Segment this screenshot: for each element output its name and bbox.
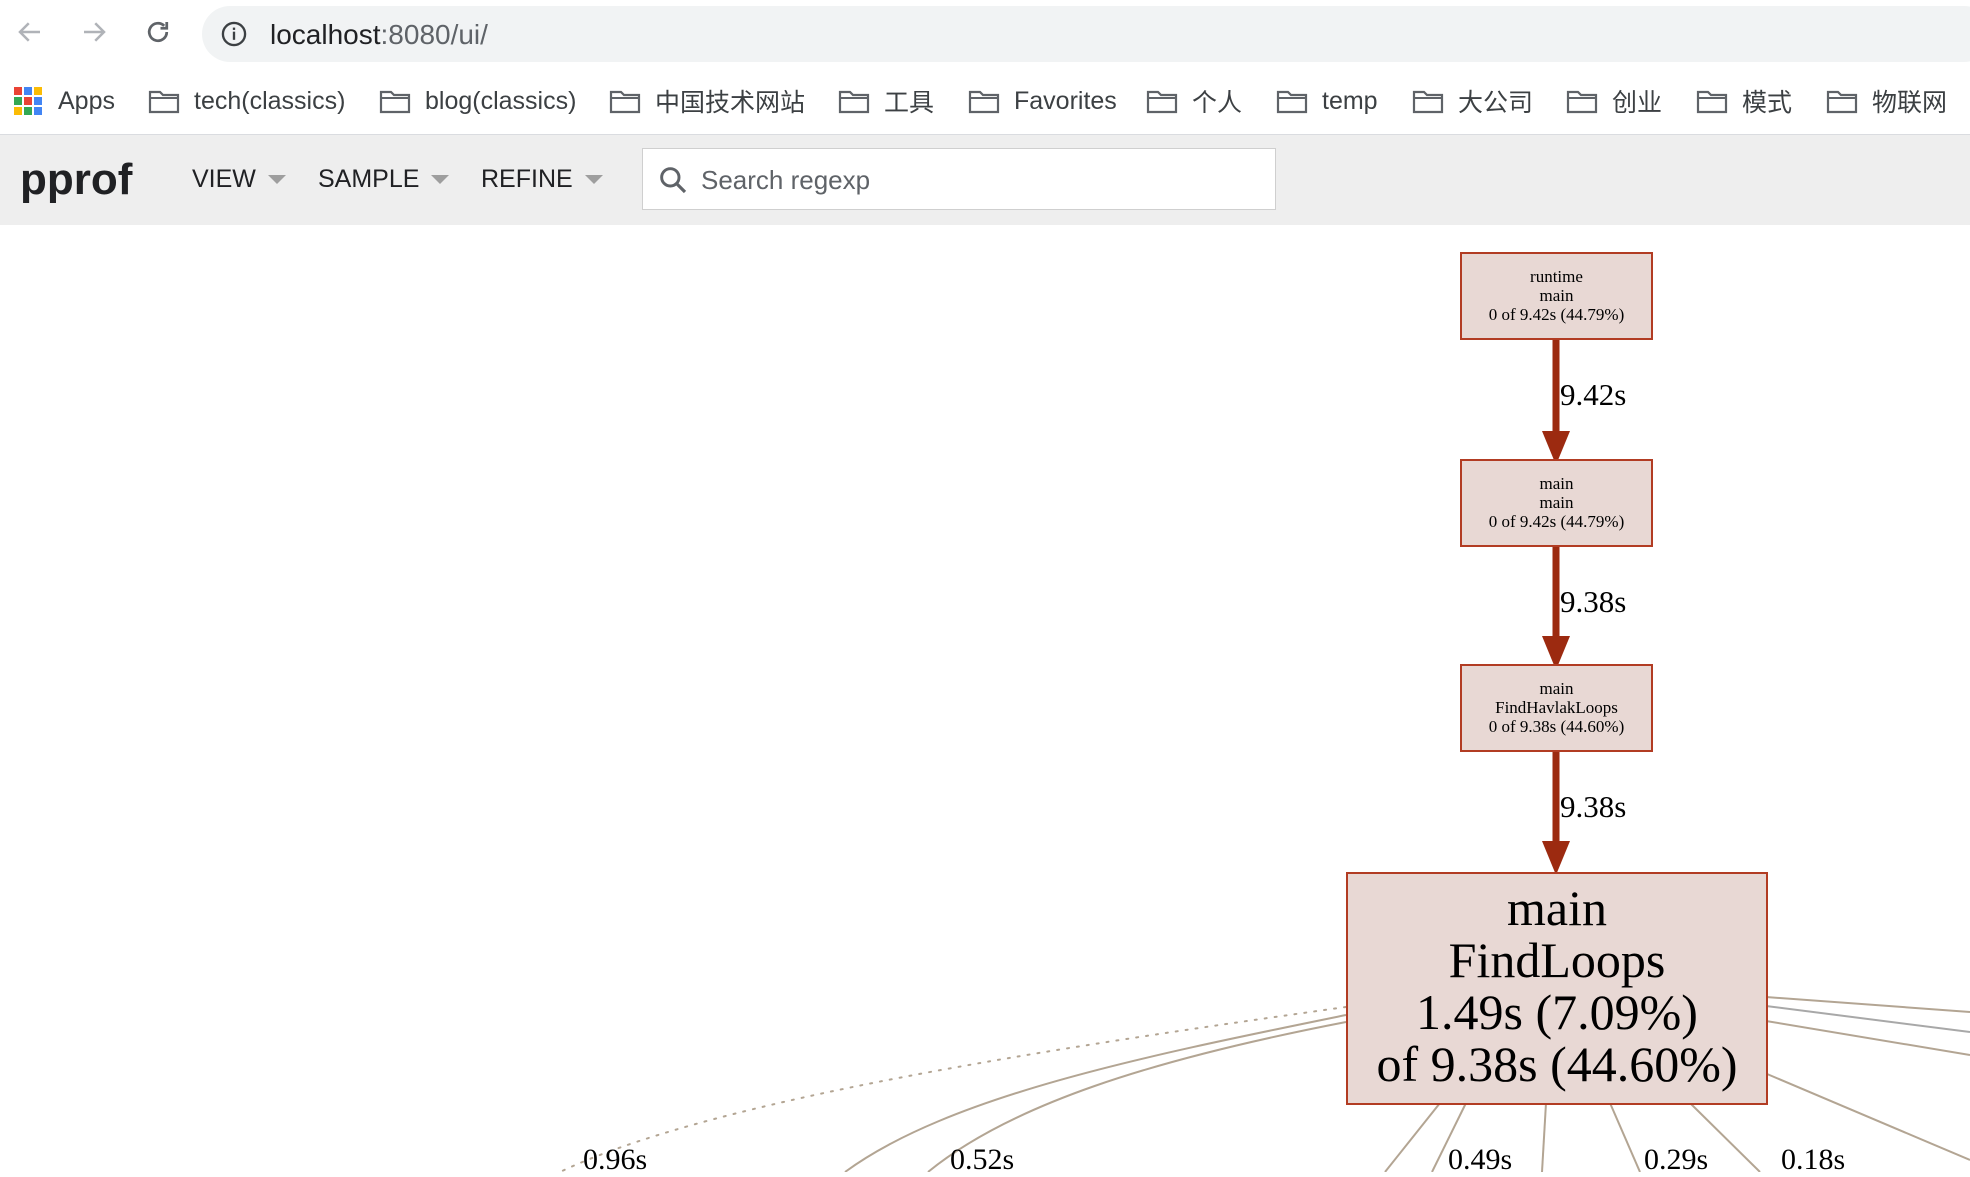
bookmark-startup[interactable]: 创业: [1566, 82, 1662, 120]
graph-node-main-main[interactable]: main main 0 of 9.42s (44.79%): [1460, 459, 1653, 547]
bookmark-label: Favorites: [1014, 86, 1117, 115]
node-package: main: [1539, 679, 1574, 698]
node-cost: 0 of 9.38s (44.60%): [1488, 717, 1625, 737]
url-text: localhost:8080/ui/: [270, 19, 488, 51]
app-title: pprof: [20, 155, 133, 204]
folder-icon: [1566, 90, 1598, 114]
view-menu[interactable]: VIEW: [192, 165, 286, 194]
folder-icon: [379, 90, 411, 114]
folder-icon: [968, 90, 1000, 114]
site-info-icon[interactable]: [220, 20, 248, 48]
dropdown-caret-icon: [584, 175, 603, 184]
bookmark-chinese-tech-sites[interactable]: 中国技术网站: [609, 82, 805, 120]
edge-findloops-down-1[interactable]: [1384, 1102, 1441, 1172]
bookmark-big-companies[interactable]: 大公司: [1412, 82, 1533, 120]
forward-arrow-icon: [84, 22, 106, 42]
node-flat-cost: 1.49s (7.09%): [1416, 984, 1698, 1040]
folder-icon: [609, 90, 641, 114]
bookmark-label: temp: [1322, 86, 1378, 115]
search-input[interactable]: [699, 159, 1263, 201]
address-bar[interactable]: localhost:8080/ui/: [202, 6, 1970, 62]
node-cum-cost: of 9.38s (44.60%): [1376, 1036, 1738, 1092]
bookmark-personal[interactable]: 个人: [1146, 82, 1242, 120]
sample-menu-label: SAMPLE: [318, 165, 420, 193]
graph-node-findloops[interactable]: main FindLoops 1.49s (7.09%) of 9.38s (4…: [1346, 872, 1768, 1105]
edge-findloops-0-29s[interactable]: [1609, 1102, 1641, 1172]
bookmark-label: 物联网: [1872, 89, 1948, 117]
node-function: FindHavlakLoops: [1495, 698, 1618, 718]
bookmark-label: Apps: [58, 86, 115, 115]
graph-node-runtime-main[interactable]: runtime main 0 of 9.42s (44.79%): [1460, 252, 1653, 340]
folder-icon: [838, 90, 870, 114]
bookmark-label: tech(classics): [194, 86, 346, 115]
bookmark-label: 创业: [1612, 89, 1663, 117]
bookmarks-bar: Apps tech(classics) blog(classics) 中国技术网…: [0, 68, 1970, 135]
back-arrow-icon: [18, 22, 40, 42]
bookmark-label: 中国技术网站: [655, 89, 806, 117]
node-function: FindLoops: [1448, 932, 1666, 988]
refine-menu[interactable]: REFINE: [481, 165, 603, 194]
bookmark-patterns[interactable]: 模式: [1696, 82, 1792, 120]
bookmark-temp[interactable]: temp: [1276, 82, 1378, 120]
edge-label: 9.38s: [1560, 584, 1627, 619]
search-icon: [660, 167, 687, 194]
url-path: :8080/ui/: [380, 19, 488, 50]
forward-button[interactable]: [72, 10, 116, 54]
apps-grid-icon: [14, 87, 42, 115]
node-cost: 0 of 9.42s (44.79%): [1488, 512, 1625, 532]
graph-node-findhavlakloops[interactable]: main FindHavlakLoops 0 of 9.38s (44.60%): [1460, 664, 1653, 752]
dropdown-caret-icon: [267, 175, 286, 184]
dropdown-caret-icon: [431, 175, 450, 184]
search-box[interactable]: [642, 148, 1276, 210]
bookmark-blog-classics[interactable]: blog(classics): [379, 82, 576, 120]
bookmark-favorites[interactable]: Favorites: [968, 82, 1117, 120]
node-function: main: [1539, 493, 1574, 513]
edge-label: 9.38s: [1560, 789, 1627, 824]
bookmark-label: blog(classics): [425, 86, 577, 115]
edge-findloops-down-3[interactable]: [1541, 1102, 1547, 1172]
reload-icon: [147, 21, 169, 43]
folder-icon: [148, 90, 180, 114]
node-package: runtime: [1530, 267, 1583, 286]
bookmark-label: 个人: [1192, 89, 1243, 117]
edge-arrowhead: [1542, 841, 1570, 875]
bookmark-label: 模式: [1742, 89, 1793, 117]
bookmark-tools[interactable]: 工具: [838, 82, 934, 120]
node-package: main: [1507, 880, 1607, 936]
folder-icon: [1146, 90, 1178, 114]
edge-findloops-right-2[interactable]: [1765, 1020, 1970, 1056]
node-function: main: [1539, 286, 1574, 306]
bookmark-apps[interactable]: Apps: [14, 82, 115, 120]
node-package: main: [1539, 474, 1574, 493]
folder-icon: [1696, 90, 1728, 114]
pprof-header: pprof VIEW SAMPLE REFINE: [0, 135, 1970, 225]
bookmark-tech-classics[interactable]: tech(classics): [148, 82, 345, 120]
bookmark-iot[interactable]: 物联网: [1826, 82, 1947, 120]
call-graph: runtime main 0 of 9.42s (44.79%) 9.42s m…: [0, 225, 1970, 1176]
refine-menu-label: REFINE: [481, 165, 573, 193]
bookmark-label: 大公司: [1458, 89, 1534, 117]
folder-icon: [1276, 90, 1308, 114]
browser-toolbar: localhost:8080/ui/: [0, 0, 1970, 68]
url-host: localhost: [270, 19, 381, 50]
edge-label: 9.42s: [1560, 377, 1627, 412]
node-cost: 0 of 9.42s (44.79%): [1488, 305, 1625, 325]
view-menu-label: VIEW: [192, 165, 256, 193]
sample-menu[interactable]: SAMPLE: [318, 165, 450, 194]
folder-icon: [1412, 90, 1444, 114]
bookmark-label: 工具: [884, 89, 935, 117]
folder-icon: [1826, 90, 1858, 114]
back-button[interactable]: [8, 10, 52, 54]
reload-button[interactable]: [136, 10, 180, 54]
